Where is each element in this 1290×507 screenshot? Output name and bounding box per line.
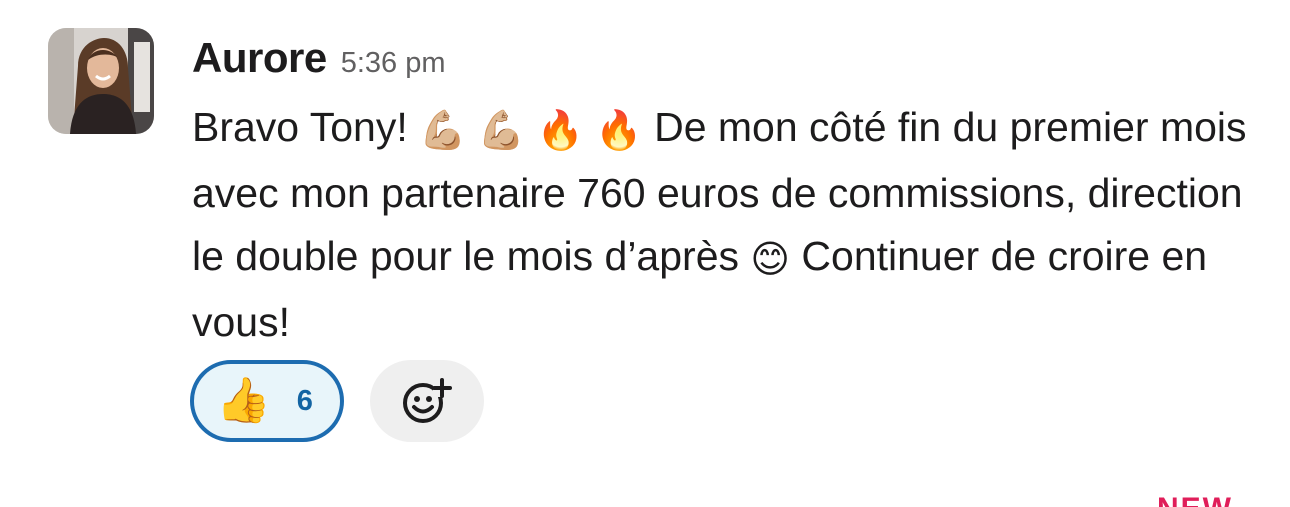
chat-message: Aurore 5:36 pm Bravo Tony! 💪🏼 💪🏼 🔥 🔥 De … — [0, 0, 1290, 507]
author-name[interactable]: Aurore — [192, 34, 327, 82]
message-text: Bravo Tony! 💪🏼 💪🏼 🔥 🔥 De mon côté fin du… — [192, 96, 1252, 354]
message-header: Aurore 5:36 pm — [192, 34, 1252, 92]
message-content: Aurore 5:36 pm Bravo Tony! 💪🏼 💪🏼 🔥 🔥 De … — [192, 34, 1252, 354]
fire-icon: 🔥 — [536, 108, 584, 152]
message-text-part: Bravo Tony! — [192, 104, 420, 150]
new-messages-marker: NEW — [1157, 492, 1233, 507]
fire-icon: 🔥 — [595, 108, 643, 152]
avatar-photo — [48, 28, 154, 134]
flexed-biceps-icon: 💪🏼 — [477, 108, 526, 152]
message-timestamp[interactable]: 5:36 pm — [341, 47, 446, 80]
reaction-thumbs-up[interactable]: 👍 6 — [190, 360, 344, 442]
reaction-count: 6 — [296, 384, 313, 417]
smiling-face-icon: 😊 — [750, 237, 791, 281]
thumbs-up-icon: 👍 — [216, 375, 271, 426]
add-reaction-button[interactable] — [370, 360, 484, 442]
flexed-biceps-icon: 💪🏼 — [419, 108, 467, 152]
reactions-bar: 👍 6 — [190, 360, 484, 442]
avatar[interactable] — [48, 28, 154, 134]
add-reaction-icon — [403, 378, 452, 423]
